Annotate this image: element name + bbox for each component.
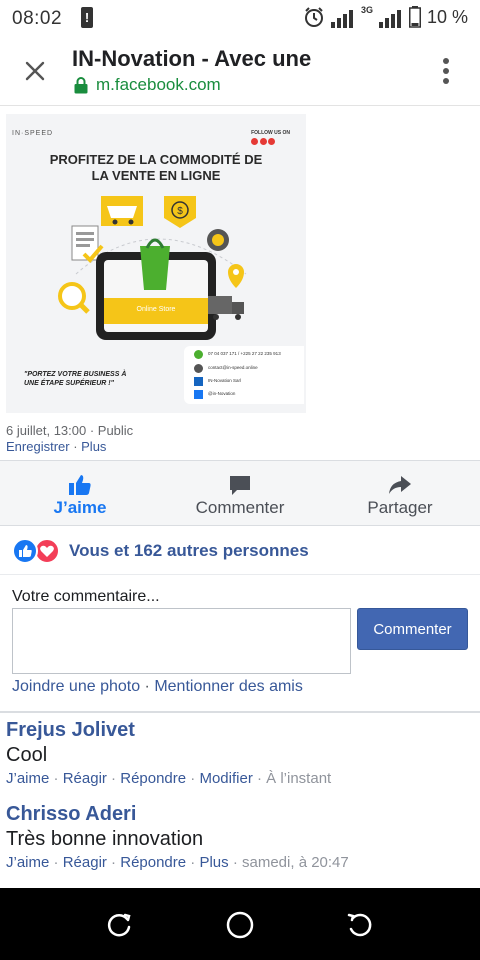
mention-friends-link[interactable]: Mentionner des amis xyxy=(154,678,303,695)
thumbs-up-icon xyxy=(69,475,91,495)
comment-actions: J’aime · Réagir · Répondre · Modifier · … xyxy=(6,770,332,787)
attach-photo-link[interactable]: Joindre une photo xyxy=(12,678,140,695)
status-bar: 08:02 ! 3G 10 % xyxy=(0,0,480,36)
reactions-count[interactable]: Vous et 162 autres personnes xyxy=(69,541,309,561)
comment-time: À l’instant xyxy=(266,770,332,787)
share-button[interactable]: Partager xyxy=(320,461,480,527)
phone-icon xyxy=(194,350,203,359)
home-icon xyxy=(226,911,254,939)
lock-icon xyxy=(74,76,88,93)
comment-input[interactable] xyxy=(12,608,351,674)
reactions-summary[interactable]: Vous et 162 autres personnes xyxy=(0,527,480,575)
like-reaction-icon xyxy=(12,538,38,564)
post-action-bar: J’aime Commenter Partager xyxy=(0,460,480,526)
comment-reply-link[interactable]: Répondre xyxy=(120,770,186,787)
back-icon xyxy=(347,913,372,937)
shopping-cart-icon xyxy=(101,196,143,226)
comment-item: Frejus Jolivet Cool J’aime · Réagir · Ré… xyxy=(6,718,474,790)
alert-icon: ! xyxy=(81,7,93,28)
close-button[interactable] xyxy=(20,56,50,86)
contact-email: contact@in-speed.online xyxy=(208,365,258,370)
more-link[interactable]: Plus xyxy=(81,439,106,454)
divider xyxy=(0,711,480,713)
linkedin-icon xyxy=(194,377,203,386)
promo-slogan: "PORTEZ VOTRE BUSINESS À UNE ÉTAPE SUPÉR… xyxy=(24,371,127,387)
home-button[interactable] xyxy=(225,910,255,940)
comment-label: Commenter xyxy=(195,498,285,517)
page-url: m.facebook.com xyxy=(96,75,221,94)
battery-level: 10 % xyxy=(426,6,468,27)
globe-icon xyxy=(207,229,229,251)
like-button[interactable]: J’aime xyxy=(0,461,160,527)
status-indicators: 3G 10 % xyxy=(303,5,468,28)
contact-phone: 07 04 037 171 / +225 27 22 235 913 xyxy=(208,351,281,356)
comment-text: Très bonne innovation xyxy=(6,828,204,850)
dollar-coin-icon: $ xyxy=(164,196,196,228)
comment-time: samedi, à 20:47 xyxy=(242,854,349,871)
comment-actions: J’aime · Réagir · Répondre · Plus · same… xyxy=(6,854,349,871)
post-secondary-actions: Enregistrer · Plus xyxy=(6,439,107,454)
save-link[interactable]: Enregistrer xyxy=(6,439,70,454)
svg-text:$: $ xyxy=(177,206,183,217)
comment-like-link[interactable]: J’aime xyxy=(6,770,49,787)
more-menu-button[interactable] xyxy=(442,58,450,88)
store-label: Online Store xyxy=(136,306,176,313)
share-icon xyxy=(389,476,411,494)
comment-button[interactable]: Commenter xyxy=(160,461,320,527)
comment-field-label: Votre commentaire... xyxy=(12,588,160,605)
recent-apps-icon xyxy=(107,913,131,937)
recent-apps-button[interactable] xyxy=(105,910,135,940)
contact-social: @in-Novation xyxy=(208,391,236,396)
signal-icon xyxy=(330,10,353,28)
close-icon xyxy=(25,61,45,81)
document-icon xyxy=(71,225,104,263)
share-label: Partager xyxy=(367,498,433,517)
search-icon xyxy=(58,282,90,314)
comment-author[interactable]: Chrisso Aderi xyxy=(6,802,474,826)
comment-reply-link[interactable]: Répondre xyxy=(120,854,186,871)
comment-more-link[interactable]: Plus xyxy=(199,854,228,871)
delivery-truck-icon xyxy=(208,296,244,320)
contact-linkedin: IN-Novation Sarl xyxy=(208,378,242,383)
submit-comment-button[interactable]: Commenter xyxy=(357,608,468,650)
browser-toolbar: IN-Novation - Avec une m.facebook.com xyxy=(0,36,480,106)
email-icon xyxy=(194,364,203,373)
like-label: J’aime xyxy=(53,498,107,517)
comment-react-link[interactable]: Réagir xyxy=(63,770,107,787)
post-timestamp: 6 juillet, 13:00 · Public xyxy=(6,423,134,438)
battery-icon xyxy=(408,6,421,28)
url-row[interactable]: m.facebook.com xyxy=(74,75,221,95)
page-title: IN-Novation - Avec une xyxy=(72,46,312,71)
comment-react-link[interactable]: Réagir xyxy=(63,854,107,871)
post-image[interactable]: IN·SPEED FOLLOW US ON PROFITEZ DE LA COM… xyxy=(6,114,306,413)
facebook-icon xyxy=(194,390,203,399)
comment-text: Cool xyxy=(6,744,48,766)
system-nav-bar xyxy=(0,888,480,960)
location-pin-icon xyxy=(228,264,244,288)
comment-edit-link[interactable]: Modifier xyxy=(199,770,252,787)
contact-card: 07 04 037 171 / +225 27 22 235 913 conta… xyxy=(184,346,304,404)
composer-options: Joindre une photo · Mentionner des amis xyxy=(12,678,303,695)
status-time: 08:02 xyxy=(12,8,63,29)
comment-like-link[interactable]: J’aime xyxy=(6,854,49,871)
back-button[interactable] xyxy=(345,910,375,940)
comment-icon xyxy=(230,476,250,495)
alarm-icon xyxy=(304,7,323,27)
comment-item: Chrisso Aderi Très bonne innovation J’ai… xyxy=(6,802,474,874)
more-icon xyxy=(442,58,450,84)
signal-icon xyxy=(378,10,401,28)
network-type: 3G xyxy=(360,5,373,15)
comment-author[interactable]: Frejus Jolivet xyxy=(6,718,474,742)
shopping-bag-icon xyxy=(140,238,170,290)
